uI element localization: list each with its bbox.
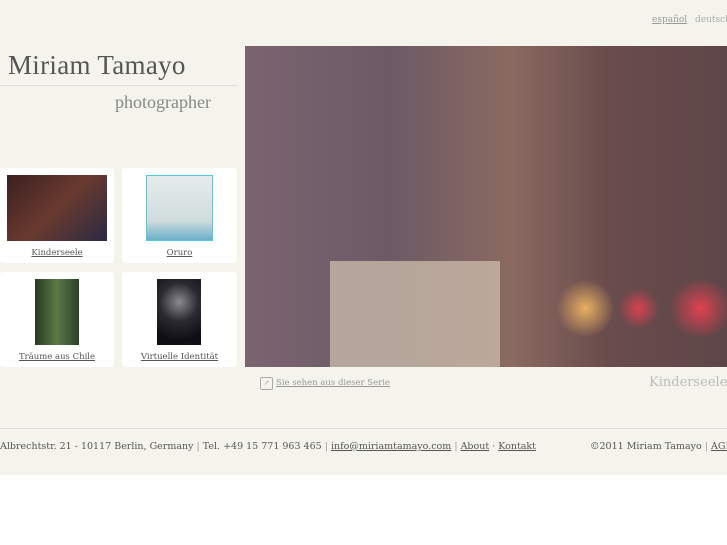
footer-contact: Albrechtstr. 21 - 10117 Berlin, Germany … [0, 441, 537, 452]
thumbnail[interactable] [146, 175, 213, 241]
series-link[interactable]: Träume aus Chile [0, 352, 114, 362]
agb-link[interactable]: AGB [711, 441, 727, 452]
phone: Tel. +49 15 771 963 465 [202, 441, 322, 452]
site-title[interactable]: Miriam Tamayo [8, 50, 186, 81]
thumbnail[interactable] [35, 279, 79, 345]
series-link[interactable]: Virtuelle Identität [122, 352, 237, 362]
series-card-virtuelle[interactable]: Virtuelle Identität [122, 272, 237, 367]
photo-caption: Kinderseele [649, 375, 727, 390]
series-link[interactable]: Kinderseele [0, 248, 114, 258]
page: español deutsch Miriam Tamayo photograph… [0, 0, 727, 475]
series-card-oruro[interactable]: Oruro [122, 168, 237, 263]
thumbnail[interactable] [7, 175, 107, 241]
series-link[interactable]: Oruro [122, 248, 237, 258]
photo-detail [330, 261, 500, 367]
copyright: ©2011 Miriam Tamayo [590, 441, 702, 452]
photo-detail [550, 281, 727, 336]
footer-legal: ©2011 Miriam Tamayo | AGB [590, 441, 727, 452]
footer-divider [0, 428, 727, 429]
thumbnail[interactable] [157, 279, 201, 345]
lang-deutsch[interactable]: deutsch [695, 15, 727, 25]
series-info-link[interactable]: Sie sehen aus dieser Serie [276, 378, 390, 388]
about-link[interactable]: About [461, 441, 490, 452]
series-card-traeume[interactable]: Träume aus Chile [0, 272, 114, 367]
series-card-kinderseele[interactable]: Kinderseele [0, 168, 114, 263]
address: Albrechtstr. 21 - 10117 Berlin, Germany [0, 441, 194, 452]
contact-link[interactable]: Kontakt [498, 441, 536, 452]
email-link[interactable]: info@miriamtamayo.com [331, 441, 451, 452]
main-photo[interactable] [245, 46, 727, 367]
lang-espanol[interactable]: español [652, 15, 687, 25]
divider [0, 85, 238, 86]
site-subtitle: photographer [115, 92, 211, 112]
external-link-icon[interactable]: ↗ [260, 377, 273, 390]
